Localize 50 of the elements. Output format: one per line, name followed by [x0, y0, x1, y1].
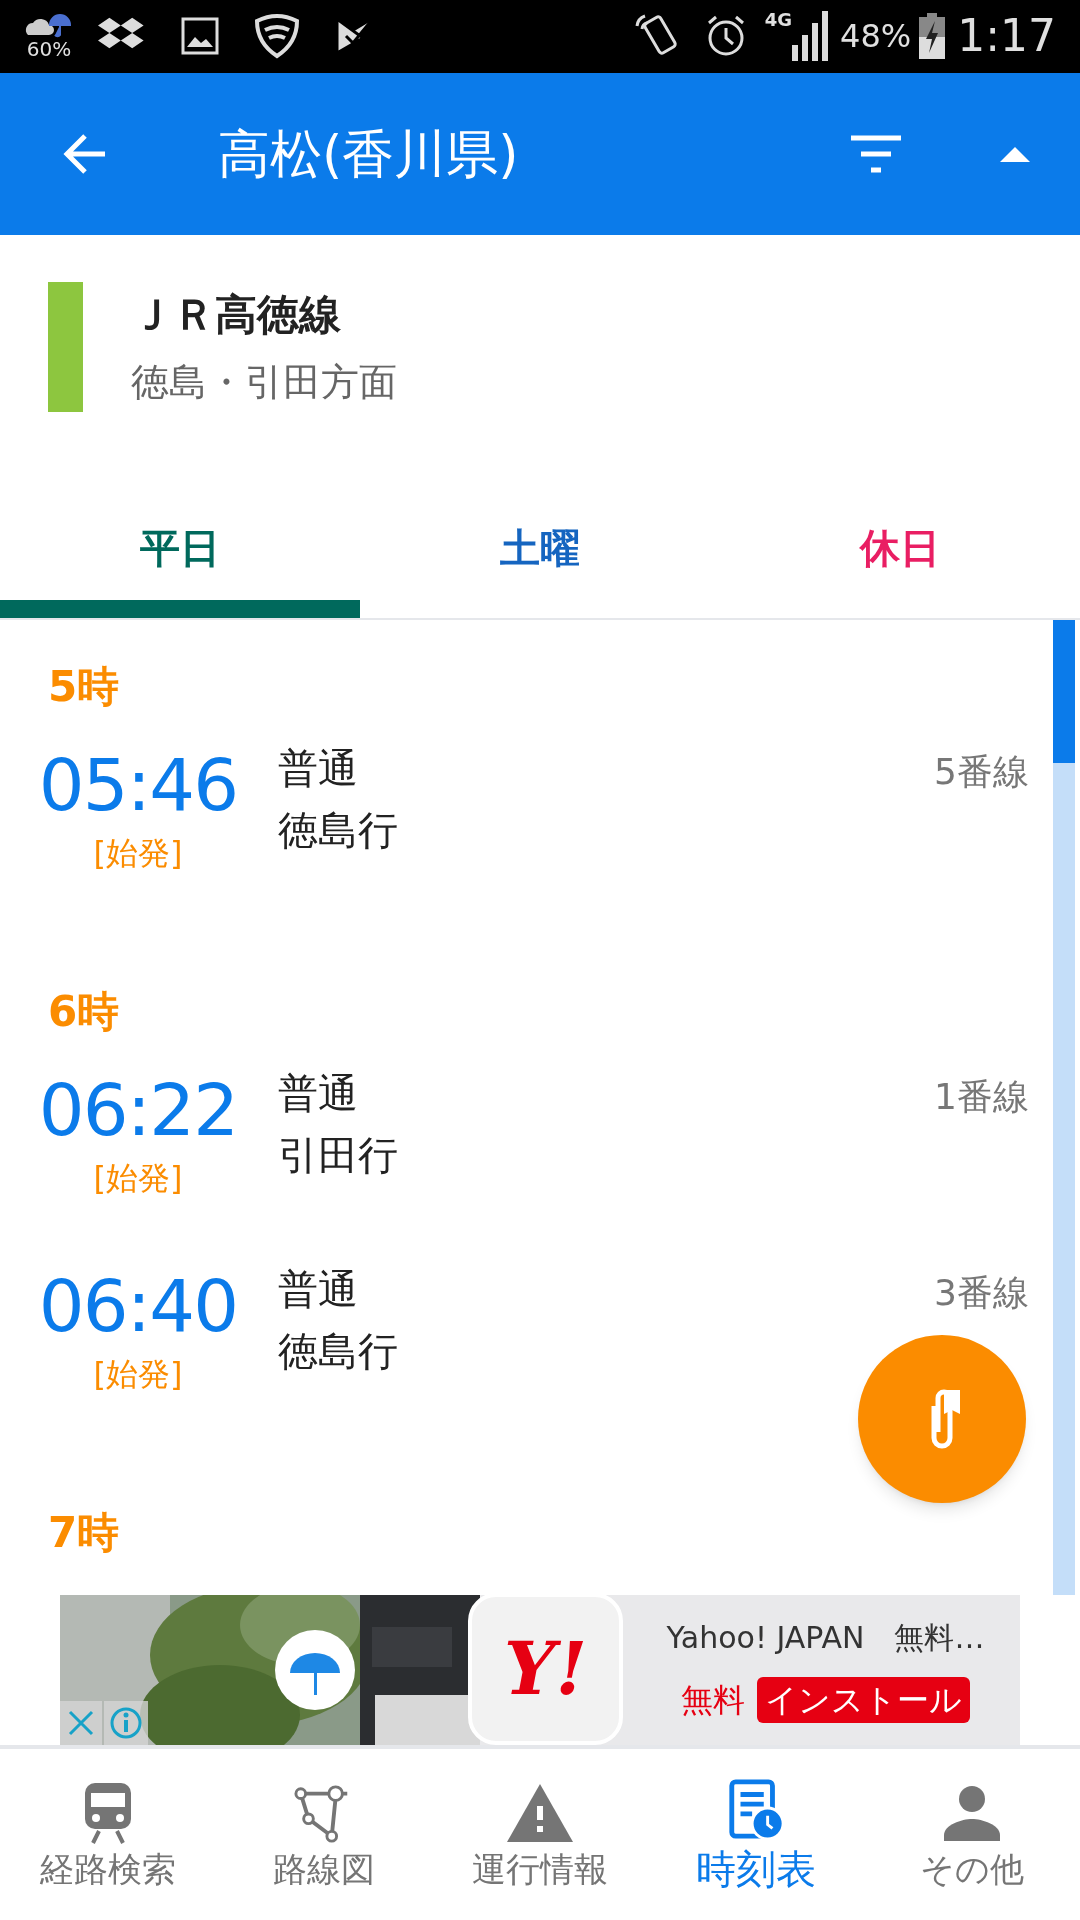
departure-note: [始発]	[93, 1353, 183, 1395]
hour-heading: 5時	[47, 660, 121, 713]
install-button[interactable]: インストール	[757, 1677, 970, 1724]
nav-tab[interactable]: その他	[864, 1748, 1080, 1920]
day-tab[interactable]: 土曜	[360, 459, 720, 618]
hour-heading: 6時	[47, 985, 121, 1038]
timetable-icon	[728, 1779, 784, 1842]
weather-percent: 60%	[26, 39, 72, 60]
train-destination: 徳島行	[278, 805, 399, 855]
nav-tab[interactable]: 時刻表	[648, 1748, 864, 1920]
caret-up-icon	[1000, 146, 1030, 163]
battery-icon	[919, 13, 946, 60]
direction-text: 徳島・引田方面	[131, 359, 397, 407]
day-tab[interactable]: 休日	[720, 459, 1080, 618]
platform-number: 5番線	[934, 749, 1029, 794]
clock-time: 1:17	[957, 9, 1056, 64]
nav-tab[interactable]: 路線図	[216, 1748, 432, 1920]
platform-number: 1番線	[934, 1074, 1029, 1119]
image-icon	[180, 16, 220, 57]
nav-tab[interactable]: 経路検索	[0, 1748, 216, 1920]
nav-tab[interactable]: 運行情報	[432, 1748, 648, 1920]
departure-time: 06:40	[38, 1269, 238, 1342]
app-logo: Y!	[468, 1592, 623, 1745]
platform-number: 3番線	[934, 1270, 1029, 1315]
train-destination: 徳島行	[278, 1326, 399, 1376]
battery-percent: 48%	[840, 16, 912, 58]
warning-icon	[507, 1782, 573, 1845]
network-type: 4G	[764, 11, 793, 30]
line-name: ＪＲ高徳線	[131, 289, 342, 342]
scrollbar[interactable]	[1053, 619, 1075, 1595]
close-icon	[67, 1708, 95, 1737]
train-type: 普通	[278, 743, 359, 793]
departure-time: 06:22	[38, 1073, 238, 1146]
screen-title: 高松(香川県)	[218, 123, 520, 187]
info-icon	[109, 1705, 143, 1740]
departure-time: 05:46	[38, 748, 238, 821]
train-destination: 引田行	[278, 1130, 399, 1180]
train-type: 普通	[278, 1264, 359, 1314]
price-text: 無料	[681, 1680, 745, 1722]
ad-info-button[interactable]	[104, 1700, 148, 1745]
shield-icon	[254, 13, 300, 60]
train-type: 普通	[278, 1068, 359, 1118]
ad-title: Yahoo! JAPAN 無料…	[666, 1619, 985, 1658]
departure-note: [始発]	[93, 832, 183, 874]
departure-note: [始発]	[93, 1157, 183, 1199]
signal-icon	[792, 11, 829, 62]
filter-icon	[849, 134, 903, 175]
hour-heading: 7時	[47, 1506, 121, 1559]
close-ad-button[interactable]	[60, 1700, 102, 1745]
day-tab[interactable]: 平日	[0, 459, 360, 618]
